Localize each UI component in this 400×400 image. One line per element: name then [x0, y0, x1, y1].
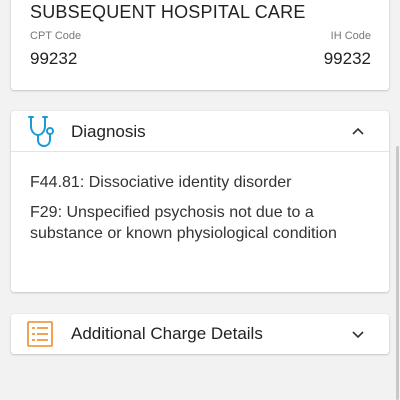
chevron-up-icon[interactable] [351, 124, 365, 138]
cpt-code-value: 99232 [30, 49, 78, 68]
additional-charge-card[interactable]: Additional Charge Details [11, 314, 389, 354]
list-icon [27, 321, 53, 347]
charge-detail-screen: SUBSEQUENT HOSPITAL CARE CPT Code 99232 … [0, 0, 400, 400]
ih-code-value: 99232 [323, 49, 371, 68]
procedure-title: SUBSEQUENT HOSPITAL CARE [30, 2, 306, 22]
procedure-card: SUBSEQUENT HOSPITAL CARE CPT Code 99232 … [11, 0, 389, 90]
diagnosis-card: Diagnosis F44.81: Dissociative identity … [11, 111, 389, 292]
diagnosis-header[interactable]: Diagnosis [11, 111, 389, 152]
stethoscope-icon [28, 116, 54, 147]
diagnosis-list: F44.81: Dissociative identity disorder F… [30, 172, 375, 253]
cpt-code-label: CPT Code [30, 30, 82, 42]
diagnosis-title: Diagnosis [71, 122, 146, 141]
ih-code-label: IH Code [330, 30, 371, 42]
scrollbar[interactable] [396, 146, 399, 400]
diagnosis-item: F29: Unspecified psychosis not due to a … [30, 204, 337, 242]
additional-charge-title: Additional Charge Details [71, 324, 263, 343]
diagnosis-item: F44.81: Dissociative identity disorder [30, 174, 292, 191]
chevron-down-icon[interactable] [351, 328, 365, 342]
